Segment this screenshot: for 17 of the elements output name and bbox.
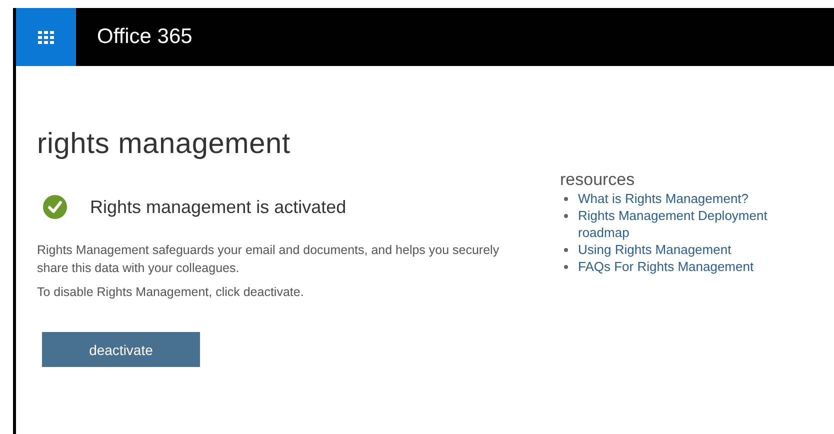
resource-link[interactable]: Rights Management Deployment roadmap bbox=[578, 207, 788, 241]
page-title: rights management bbox=[37, 128, 292, 161]
app-launcher-button[interactable] bbox=[16, 8, 76, 66]
bullet-icon bbox=[564, 197, 568, 201]
resources-heading: resources bbox=[560, 170, 636, 190]
bullet-icon bbox=[564, 265, 568, 269]
app-title: Office 365 bbox=[97, 25, 192, 49]
description-text: To disable Rights Management, click deactivate. bbox=[37, 284, 305, 301]
waffle-icon bbox=[38, 30, 54, 44]
resource-link[interactable]: What is Rights Management? bbox=[578, 190, 788, 207]
bullet-icon bbox=[564, 214, 568, 218]
deactivate-button[interactable]: deactivate bbox=[42, 332, 200, 367]
bullet-icon bbox=[564, 248, 568, 252]
resource-link[interactable]: FAQs For Rights Management bbox=[578, 258, 788, 275]
description-text: Rights Management safeguards your email and documents, and helps you securely share this data with your colleagues. bbox=[37, 242, 500, 277]
status-message: Rights management is activated bbox=[90, 196, 346, 218]
resource-link[interactable]: Using Rights Management bbox=[578, 241, 788, 258]
